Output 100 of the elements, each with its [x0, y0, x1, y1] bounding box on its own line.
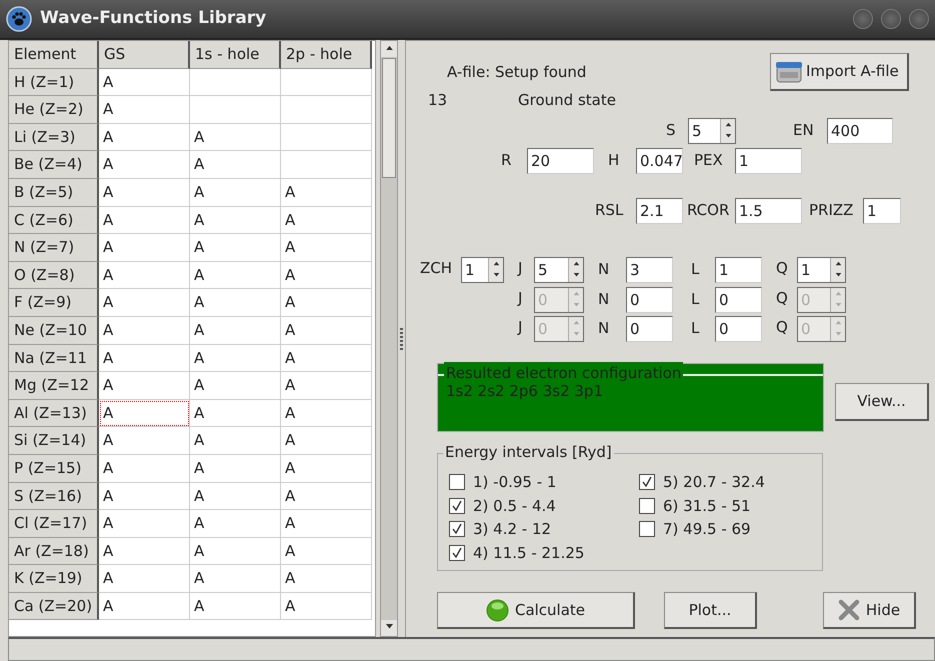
- table-cell[interactable]: A: [99, 400, 190, 428]
- table-cell[interactable]: A: [99, 538, 190, 566]
- table-cell[interactable]: A: [281, 538, 372, 566]
- close-button[interactable]: [909, 9, 929, 29]
- table-cell[interactable]: A: [190, 427, 281, 455]
- input-field[interactable]: 0: [715, 316, 762, 342]
- row-header[interactable]: S (Z=16): [9, 482, 99, 510]
- checkbox[interactable]: [449, 498, 465, 514]
- table-cell[interactable]: A: [281, 510, 372, 538]
- table-cell[interactable]: A: [190, 234, 281, 262]
- checkbox[interactable]: [639, 521, 655, 538]
- row-header[interactable]: B (Z=5): [9, 178, 99, 207]
- checkbox[interactable]: [639, 498, 655, 514]
- table-cell[interactable]: A: [281, 234, 372, 262]
- table-cell[interactable]: A: [281, 592, 372, 620]
- table-cell[interactable]: A: [99, 316, 190, 345]
- spin-box[interactable]: 5: [688, 118, 736, 144]
- table-cell[interactable]: A: [281, 372, 372, 400]
- table-cell[interactable]: A: [281, 289, 372, 317]
- scrollbar[interactable]: [380, 40, 398, 637]
- table-cell[interactable]: A: [281, 262, 372, 290]
- table-cell[interactable]: A: [99, 234, 190, 262]
- table-cell[interactable]: A: [281, 178, 372, 207]
- table-cell[interactable]: [281, 151, 372, 179]
- row-header[interactable]: Be (Z=4): [9, 151, 99, 179]
- table-cell[interactable]: A: [99, 454, 190, 482]
- row-header[interactable]: Cl (Z=17): [9, 510, 99, 538]
- table-cell[interactable]: A: [99, 565, 190, 593]
- row-header[interactable]: He (Z=2): [9, 96, 99, 124]
- table-cell[interactable]: A: [190, 482, 281, 510]
- table-cell[interactable]: A: [99, 344, 190, 372]
- table-cell[interactable]: A: [190, 510, 281, 538]
- input-field[interactable]: 1: [863, 198, 901, 224]
- table-cell[interactable]: A: [190, 151, 281, 179]
- table-cell[interactable]: A: [99, 592, 190, 620]
- row-header[interactable]: Si (Z=14): [9, 427, 99, 455]
- table-cell[interactable]: A: [99, 68, 190, 96]
- table-cell[interactable]: A: [190, 538, 281, 566]
- table-cell[interactable]: [281, 68, 372, 96]
- table-cell[interactable]: A: [190, 344, 281, 372]
- column-header[interactable]: 2p - hole: [281, 41, 372, 69]
- table-cell[interactable]: A: [99, 372, 190, 400]
- action-button[interactable]: Hide: [823, 592, 916, 629]
- table-cell[interactable]: A: [281, 565, 372, 593]
- action-button[interactable]: Plot...: [664, 592, 757, 629]
- row-header[interactable]: Ca (Z=20): [9, 592, 99, 620]
- table-cell[interactable]: A: [281, 482, 372, 510]
- table-cell[interactable]: A: [281, 206, 372, 234]
- row-header[interactable]: Ar (Z=18): [9, 538, 99, 566]
- column-header[interactable]: 1s - hole: [190, 41, 281, 69]
- row-header[interactable]: N (Z=7): [9, 234, 99, 262]
- column-header[interactable]: Element: [9, 41, 99, 69]
- row-header[interactable]: Mg (Z=12: [9, 372, 99, 400]
- table-cell[interactable]: A: [190, 178, 281, 207]
- scrollbar-thumb[interactable]: [382, 58, 396, 178]
- table-cell[interactable]: A: [281, 427, 372, 455]
- table-cell[interactable]: [281, 96, 372, 124]
- table-cell[interactable]: A: [190, 372, 281, 400]
- splitter-grip[interactable]: [400, 328, 403, 350]
- table-cell[interactable]: A: [190, 289, 281, 317]
- maximize-button[interactable]: [881, 9, 901, 29]
- table-cell[interactable]: A: [190, 124, 281, 152]
- input-field[interactable]: 0: [715, 286, 762, 312]
- input-field[interactable]: 0: [626, 286, 673, 312]
- row-header[interactable]: Li (Z=3): [9, 124, 99, 152]
- table-cell[interactable]: [281, 124, 372, 152]
- table-cell[interactable]: A: [281, 400, 372, 428]
- action-button[interactable]: Calculate: [437, 592, 635, 629]
- minimize-button[interactable]: [853, 9, 873, 29]
- table-cell[interactable]: A: [190, 316, 281, 345]
- table-cell[interactable]: A: [99, 96, 190, 124]
- table-cell[interactable]: A: [190, 592, 281, 620]
- table-cell[interactable]: A: [99, 482, 190, 510]
- table-cell[interactable]: A: [190, 454, 281, 482]
- table-cell[interactable]: A: [190, 400, 281, 428]
- input-field[interactable]: 2.1: [636, 198, 683, 224]
- table-cell[interactable]: A: [99, 262, 190, 290]
- table-cell[interactable]: A: [281, 344, 372, 372]
- row-header[interactable]: O (Z=8): [9, 262, 99, 290]
- spin-box[interactable]: 1: [461, 256, 504, 282]
- row-header[interactable]: Al (Z=13): [9, 400, 99, 428]
- row-header[interactable]: Na (Z=11: [9, 344, 99, 372]
- table-cell[interactable]: A: [190, 262, 281, 290]
- spin-box[interactable]: 5: [534, 256, 584, 282]
- row-header[interactable]: P (Z=15): [9, 454, 99, 482]
- import-button[interactable]: Import A-file: [770, 53, 909, 91]
- checkbox[interactable]: [449, 474, 465, 490]
- table-cell[interactable]: A: [99, 151, 190, 179]
- table-cell[interactable]: [190, 96, 281, 124]
- input-field[interactable]: 20: [527, 148, 594, 174]
- table-cell[interactable]: A: [99, 124, 190, 152]
- input-field[interactable]: 400: [827, 118, 893, 144]
- spin-box[interactable]: 1: [797, 256, 846, 282]
- input-field[interactable]: 1.5: [735, 198, 802, 224]
- input-field[interactable]: 0.047: [636, 148, 683, 174]
- input-field[interactable]: 0: [626, 316, 673, 342]
- checkbox[interactable]: [639, 474, 655, 490]
- row-header[interactable]: K (Z=19): [9, 565, 99, 593]
- table-cell[interactable]: A: [99, 289, 190, 317]
- table-cell[interactable]: A: [99, 178, 190, 207]
